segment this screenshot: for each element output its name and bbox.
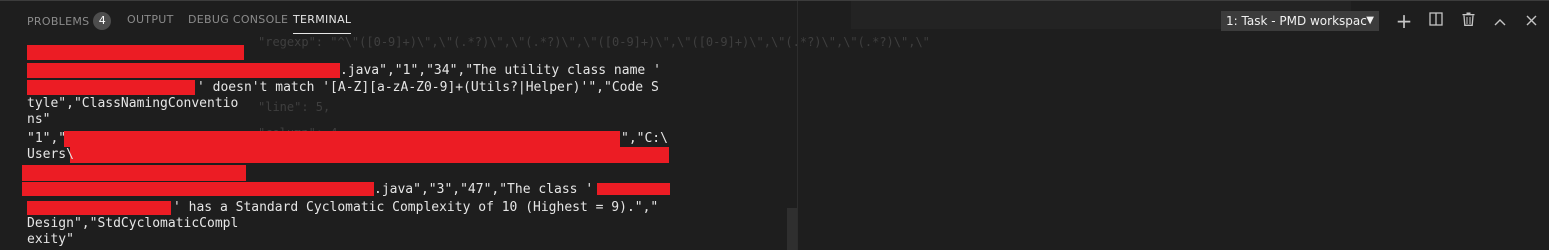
terminal-panel: "regexp": "^\"([0-9]+)\",\"(.*?)\",\"(.*… <box>0 0 1549 250</box>
redaction-box <box>70 147 669 163</box>
terminal-select-value: 1: Task - PMD workspac <box>1226 14 1367 28</box>
trash-icon-svg <box>1462 12 1474 26</box>
chevron-up-svg <box>1494 19 1506 26</box>
chevron-down-icon: ▼ <box>1366 15 1374 26</box>
trash-icon[interactable] <box>1459 12 1477 30</box>
terminal-line: Design","StdCyclomaticCompl <box>27 216 239 231</box>
redaction-box <box>27 63 340 78</box>
redaction-box <box>64 131 620 147</box>
split-divider <box>797 1 798 250</box>
terminal-line: tyle","ClassNamingConventio <box>27 96 239 111</box>
tab-output[interactable]: OUTPUT <box>127 13 174 26</box>
redaction-box <box>27 201 171 215</box>
maximize-chevron-up-icon[interactable] <box>1491 12 1509 30</box>
problems-count-badge: 4 <box>93 12 112 30</box>
ghost-line-text: "line": 5, <box>258 100 331 114</box>
terminal-line: .java","1","34","The utility class name … <box>340 63 661 78</box>
terminal-line: Users\ <box>27 147 74 162</box>
terminal-line: ' doesn't match '[A-Z][a-zA-Z0-9]+(Utils… <box>197 80 659 95</box>
redaction-box <box>22 182 374 196</box>
close-svg <box>1526 15 1536 26</box>
redaction-box <box>22 165 246 181</box>
tab-terminal[interactable]: TERMINAL <box>293 13 352 34</box>
terminal-line: ns" <box>27 112 51 127</box>
redaction-box <box>597 183 670 195</box>
terminal-line: .java","3","47","The class ' <box>374 182 594 197</box>
close-icon[interactable] <box>1522 12 1540 30</box>
terminal-line: "1"," <box>27 131 67 146</box>
terminal-line: ' has a Standard Cyclomatic Complexity o… <box>173 200 659 215</box>
terminal-select-dropdown[interactable]: 1: Task - PMD workspac ▼ <box>1221 11 1379 31</box>
panel-tab-bar: PROBLEMS 4 OUTPUT DEBUG CONSOLE TERMINAL … <box>0 1 1549 41</box>
redaction-box <box>27 45 244 60</box>
split-icon-svg <box>1429 12 1443 26</box>
split-terminal-icon[interactable] <box>1427 12 1445 30</box>
tab-problems-label: PROBLEMS <box>27 15 90 28</box>
tab-problems[interactable]: PROBLEMS 4 <box>27 12 112 31</box>
terminal-scrollbar-thumb[interactable] <box>787 208 797 250</box>
tab-debug-console[interactable]: DEBUG CONSOLE <box>188 13 288 26</box>
terminal-line: ","C:\ <box>621 131 668 146</box>
redaction-box <box>27 80 195 95</box>
new-terminal-plus-icon[interactable]: + <box>1395 11 1413 31</box>
terminal-line: exity" <box>27 232 74 247</box>
